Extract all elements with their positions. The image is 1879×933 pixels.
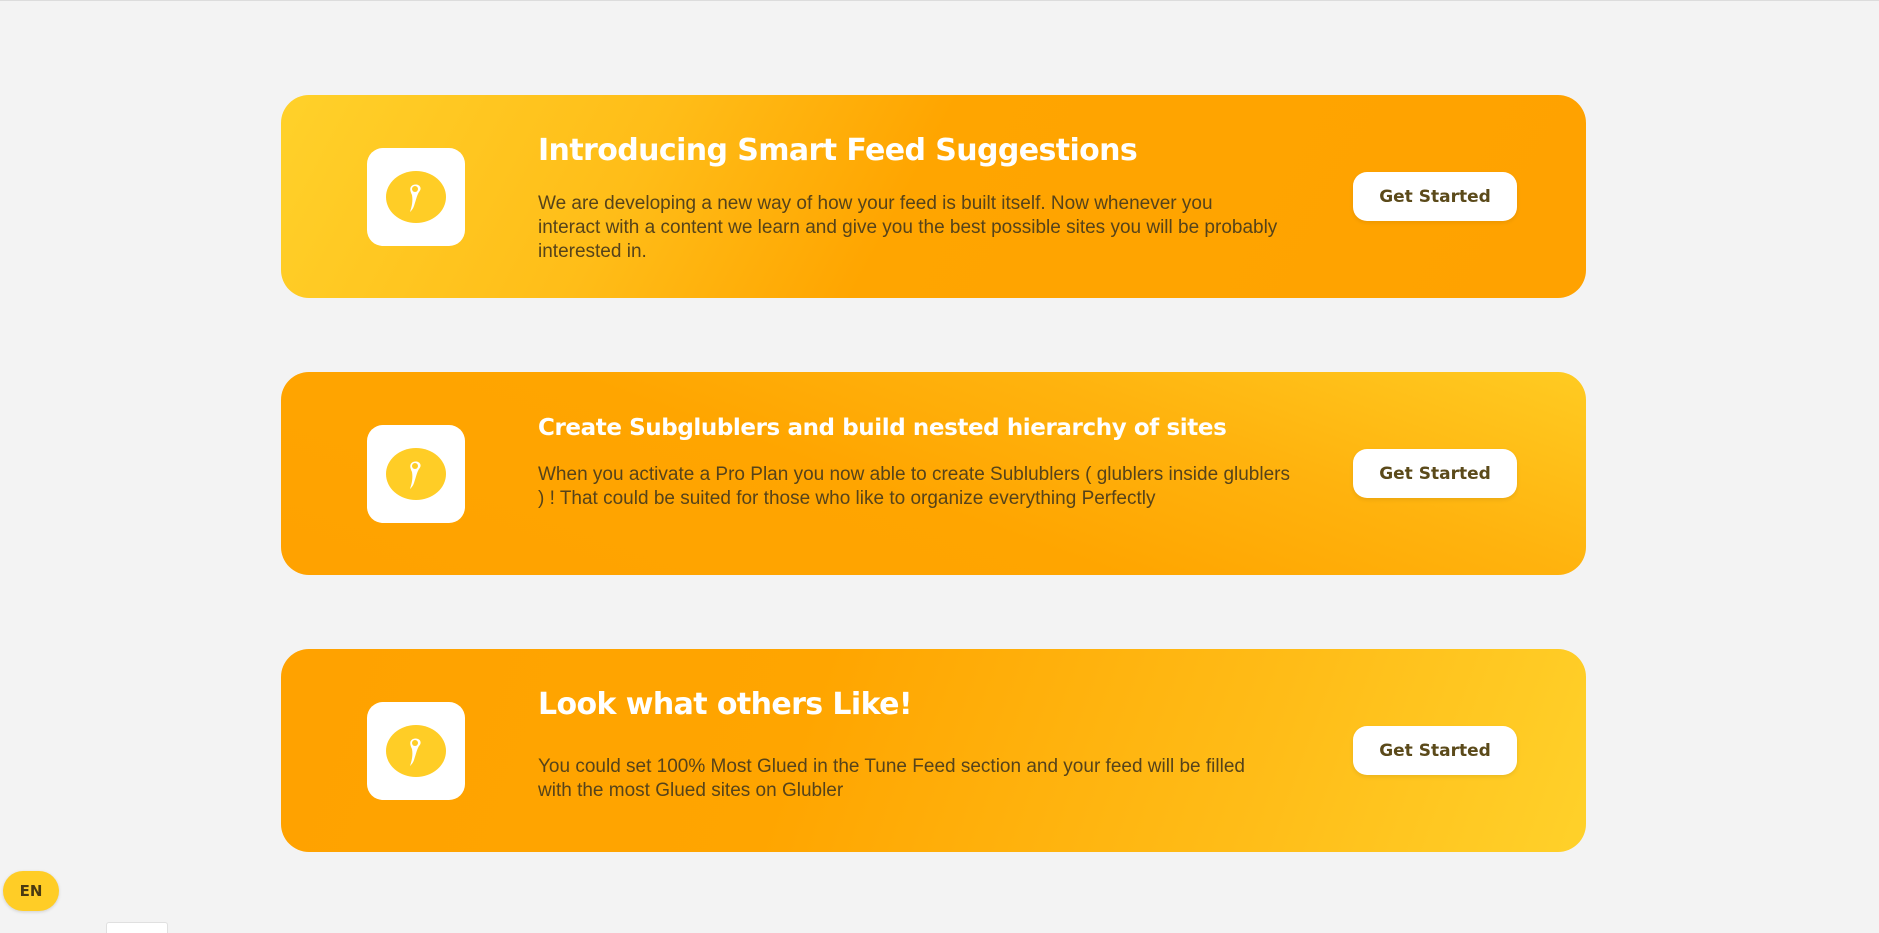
card-title: Look what others Like! [538,687,913,722]
card-icon-tile [367,148,465,246]
card-description: You could set 100% Most Glued in the Tun… [538,756,1245,801]
glubler-logo-icon [386,725,446,777]
card-description: When you activate a Pro Plan you now abl… [538,464,1290,509]
language-switcher-button[interactable]: EN [3,871,59,911]
get-started-button[interactable]: Get Started [1353,172,1517,221]
glubler-logo-icon [386,448,446,500]
feature-card-smart-feed: Introducing Smart Feed Suggestions We ar… [281,95,1586,298]
card-title: Create Subglublers and build nested hier… [538,415,1227,441]
card-description: We are developing a new way of how your … [538,193,1278,262]
bottom-edge-tab [106,922,168,933]
feature-card-subglublers: Create Subglublers and build nested hier… [281,372,1586,575]
card-icon-tile [367,702,465,800]
card-title: Introducing Smart Feed Suggestions [538,133,1138,168]
feature-cards-list: Introducing Smart Feed Suggestions We ar… [281,95,1586,926]
glubler-logo-icon [386,171,446,223]
get-started-button[interactable]: Get Started [1353,726,1517,775]
top-divider [0,0,1879,1]
get-started-button[interactable]: Get Started [1353,449,1517,498]
card-icon-tile [367,425,465,523]
feature-card-most-glued: Look what others Like! You could set 100… [281,649,1586,852]
